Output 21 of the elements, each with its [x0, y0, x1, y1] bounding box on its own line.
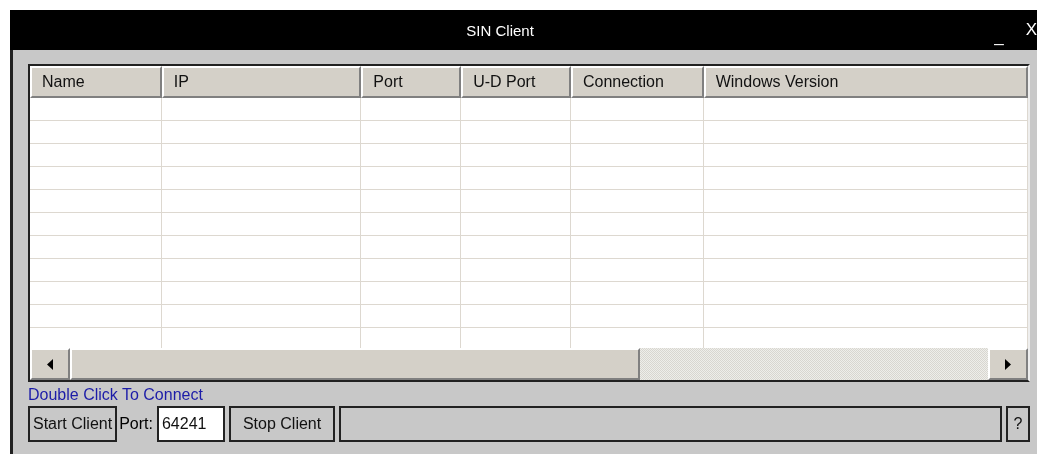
column-header[interactable]: U-D Port — [461, 66, 571, 98]
column-header[interactable]: Connection — [570, 66, 704, 98]
left-arrow-icon — [47, 358, 53, 370]
port-field[interactable]: 64241 — [156, 406, 225, 442]
port-label: Port: — [119, 415, 153, 433]
scroll-left-button[interactable] — [30, 348, 70, 380]
help-button[interactable]: ? — [1006, 406, 1030, 442]
scrollbar-thumb[interactable] — [70, 348, 640, 380]
horizontal-scrollbar[interactable] — [30, 348, 1028, 380]
column-header[interactable]: IP — [161, 66, 362, 98]
start-client-button[interactable]: Start Client — [28, 406, 118, 442]
column-header[interactable]: Name — [30, 66, 162, 98]
column-header[interactable]: Windows Version — [703, 66, 1028, 98]
close-button[interactable]: X — [1021, 20, 1037, 40]
stop-client-button[interactable]: Stop Client — [228, 406, 336, 442]
column-header[interactable]: Port — [361, 66, 462, 98]
status-hint: Double Click To Connect — [28, 385, 203, 405]
scroll-right-button[interactable] — [988, 348, 1028, 380]
right-arrow-icon — [1005, 358, 1011, 370]
window-title: SIN Client — [465, 21, 535, 39]
minimize-button[interactable]: _ — [990, 30, 1008, 50]
